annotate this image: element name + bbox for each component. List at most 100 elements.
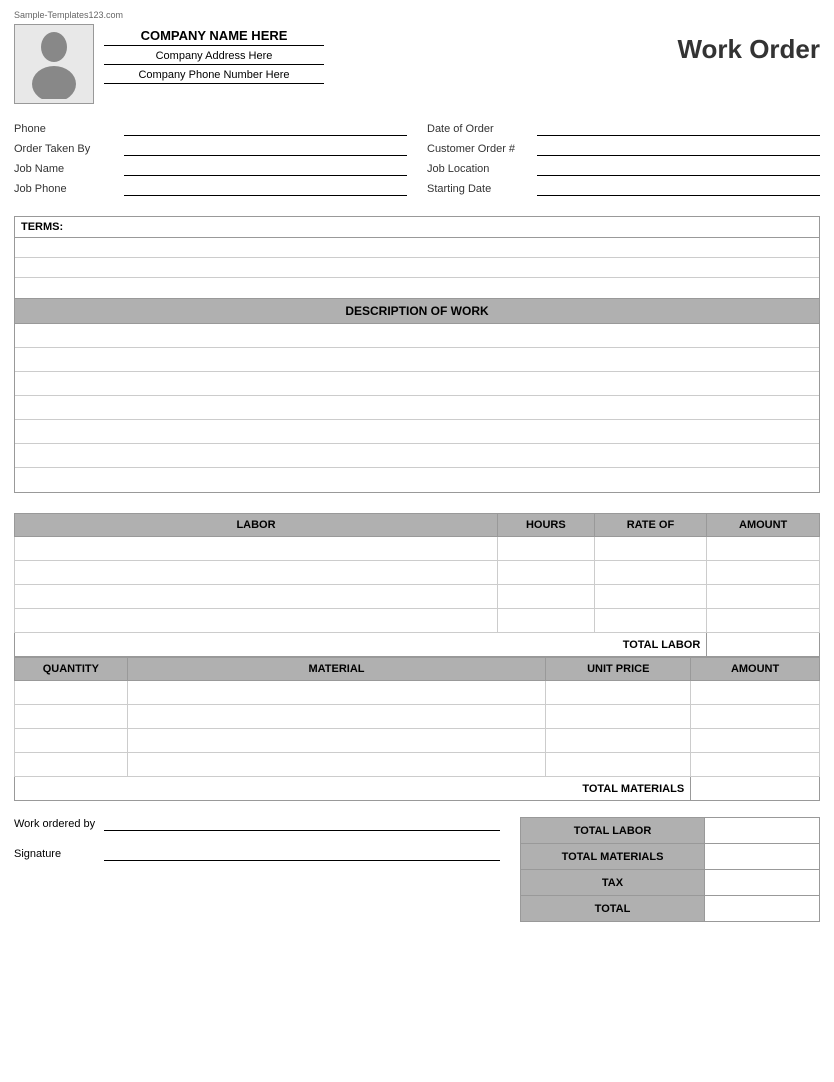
mat-price-1[interactable] <box>546 681 691 705</box>
summary-total-materials-label: TOTAL MATERIALS <box>521 844 705 870</box>
work-row-6[interactable] <box>15 444 819 468</box>
terms-row-2[interactable] <box>15 258 819 278</box>
mat-desc-2[interactable] <box>127 705 546 729</box>
total-labor-row: TOTAL LABOR <box>15 633 820 657</box>
job-location-input[interactable] <box>537 162 820 176</box>
mat-amount-4[interactable] <box>691 753 820 777</box>
phone-label: Phone <box>14 123 124 135</box>
labor-data-row-3[interactable] <box>15 585 820 609</box>
work-row-3[interactable] <box>15 372 819 396</box>
labor-data-row-2[interactable] <box>15 561 820 585</box>
work-ordered-by-input[interactable] <box>104 817 500 831</box>
labor-rate-2[interactable] <box>594 561 707 585</box>
labor-hours-1[interactable] <box>498 537 595 561</box>
terms-row-3[interactable] <box>15 278 819 298</box>
order-taken-by-label: Order Taken By <box>14 143 124 155</box>
terms-section: TERMS: <box>14 216 820 299</box>
labor-rate-4[interactable] <box>594 609 707 633</box>
mat-desc-4[interactable] <box>127 753 546 777</box>
labor-hours-2[interactable] <box>498 561 595 585</box>
labor-desc-4[interactable] <box>15 609 498 633</box>
date-of-order-row: Date of Order <box>427 122 820 136</box>
summary-table: TOTAL LABOR TOTAL MATERIALS TAX TOTAL <box>520 817 820 922</box>
materials-table: QUANTITY MATERIAL UNIT PRICE AMOUNT <box>14 657 820 801</box>
labor-hours-4[interactable] <box>498 609 595 633</box>
quantity-col-header: QUANTITY <box>15 658 128 681</box>
terms-row-1[interactable] <box>15 238 819 258</box>
summary-total-labor-value[interactable] <box>705 818 820 844</box>
hours-col-header: HOURS <box>498 514 595 537</box>
mat-amount-2[interactable] <box>691 705 820 729</box>
materials-data-row-2[interactable] <box>15 705 820 729</box>
labor-section: LABOR HOURS RATE OF AMOUNT <box>14 513 820 657</box>
customer-order-row: Customer Order # <box>427 142 820 156</box>
labor-rate-3[interactable] <box>594 585 707 609</box>
summary-table-container: TOTAL LABOR TOTAL MATERIALS TAX TOTAL <box>520 817 820 922</box>
form-left: Phone Order Taken By Job Name Job Phone <box>14 122 407 202</box>
work-row-7[interactable] <box>15 468 819 492</box>
materials-section: QUANTITY MATERIAL UNIT PRICE AMOUNT <box>14 657 820 801</box>
summary-section: Work ordered by Signature TOTAL LABOR TO… <box>14 817 820 922</box>
total-materials-value[interactable] <box>691 777 820 801</box>
labor-amount-2[interactable] <box>707 561 820 585</box>
materials-data-row-1[interactable] <box>15 681 820 705</box>
materials-data-row-4[interactable] <box>15 753 820 777</box>
phone-input[interactable] <box>124 122 407 136</box>
form-section: Phone Order Taken By Job Name Job Phone … <box>14 122 820 202</box>
date-of-order-input[interactable] <box>537 122 820 136</box>
mat-qty-1[interactable] <box>15 681 128 705</box>
mat-desc-3[interactable] <box>127 729 546 753</box>
labor-desc-2[interactable] <box>15 561 498 585</box>
labor-header-row: LABOR HOURS RATE OF AMOUNT <box>15 514 820 537</box>
header: COMPANY NAME HERE Company Address Here C… <box>14 24 820 104</box>
work-row-4[interactable] <box>15 396 819 420</box>
total-materials-row: TOTAL MATERIALS <box>15 777 820 801</box>
labor-desc-1[interactable] <box>15 537 498 561</box>
labor-desc-3[interactable] <box>15 585 498 609</box>
signature-row: Signature <box>14 847 500 861</box>
mat-qty-2[interactable] <box>15 705 128 729</box>
summary-tax-label: TAX <box>521 870 705 896</box>
order-taken-by-input[interactable] <box>124 142 407 156</box>
materials-data-row-3[interactable] <box>15 729 820 753</box>
work-ordered-by-label: Work ordered by <box>14 818 104 830</box>
mat-price-4[interactable] <box>546 753 691 777</box>
work-row-5[interactable] <box>15 420 819 444</box>
labor-amount-1[interactable] <box>707 537 820 561</box>
labor-amount-4[interactable] <box>707 609 820 633</box>
labor-rate-1[interactable] <box>594 537 707 561</box>
total-labor-label: TOTAL LABOR <box>15 633 707 657</box>
labor-data-row-1[interactable] <box>15 537 820 561</box>
mat-qty-4[interactable] <box>15 753 128 777</box>
company-name: COMPANY NAME HERE <box>104 28 324 46</box>
company-info: COMPANY NAME HERE Company Address Here C… <box>104 24 324 88</box>
work-row-1[interactable] <box>15 324 819 348</box>
job-phone-label: Job Phone <box>14 183 124 195</box>
work-row-2[interactable] <box>15 348 819 372</box>
signature-input[interactable] <box>104 847 500 861</box>
mat-amount-1[interactable] <box>691 681 820 705</box>
job-name-label: Job Name <box>14 163 124 175</box>
summary-tax-row: TAX <box>521 870 820 896</box>
labor-amount-3[interactable] <box>707 585 820 609</box>
company-phone: Company Phone Number Here <box>104 69 324 84</box>
mat-desc-1[interactable] <box>127 681 546 705</box>
starting-date-input[interactable] <box>537 182 820 196</box>
job-name-input[interactable] <box>124 162 407 176</box>
customer-order-input[interactable] <box>537 142 820 156</box>
summary-tax-value[interactable] <box>705 870 820 896</box>
total-labor-value[interactable] <box>707 633 820 657</box>
mat-price-3[interactable] <box>546 729 691 753</box>
mat-amount-3[interactable] <box>691 729 820 753</box>
labor-hours-3[interactable] <box>498 585 595 609</box>
rate-col-header: RATE OF <box>594 514 707 537</box>
phone-row: Phone <box>14 122 407 136</box>
starting-date-label: Starting Date <box>427 183 537 195</box>
form-right: Date of Order Customer Order # Job Locat… <box>427 122 820 202</box>
summary-total-value[interactable] <box>705 896 820 922</box>
job-phone-input[interactable] <box>124 182 407 196</box>
mat-qty-3[interactable] <box>15 729 128 753</box>
mat-price-2[interactable] <box>546 705 691 729</box>
summary-total-materials-value[interactable] <box>705 844 820 870</box>
labor-data-row-4[interactable] <box>15 609 820 633</box>
